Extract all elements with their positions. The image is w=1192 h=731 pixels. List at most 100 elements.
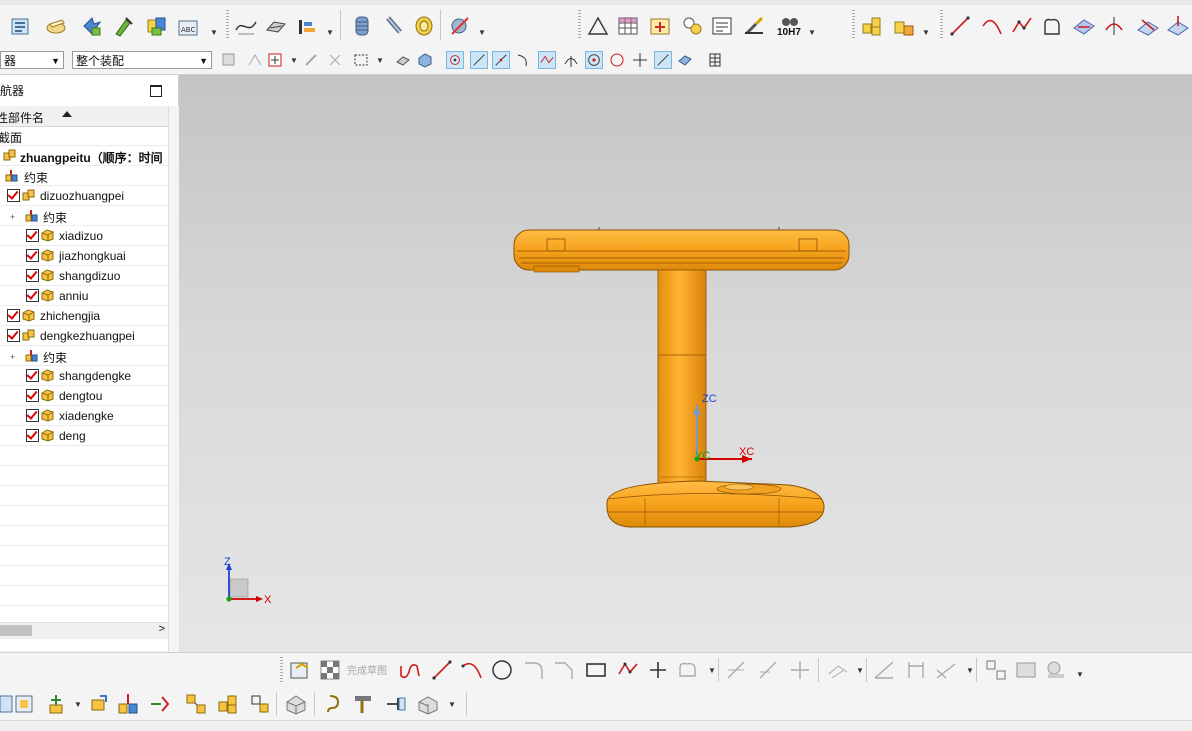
intersection-curve-icon[interactable] bbox=[1166, 14, 1190, 38]
lamp-base[interactable] bbox=[606, 480, 825, 528]
offset-dropdown-arrow[interactable]: ▼ bbox=[856, 666, 864, 675]
lineup-icon[interactable] bbox=[296, 14, 320, 38]
navigator-splitter[interactable] bbox=[168, 106, 179, 651]
brush-icon[interactable] bbox=[742, 14, 766, 38]
move-select-icon[interactable] bbox=[302, 51, 320, 69]
constraint-component-icon[interactable] bbox=[144, 14, 168, 38]
tree-row-xiadizuo[interactable]: xiadizuo bbox=[0, 226, 168, 246]
add-component-icon[interactable] bbox=[44, 692, 68, 716]
clearance-dropdown-arrow[interactable]: ▼ bbox=[448, 700, 456, 709]
visibility-checkbox[interactable] bbox=[26, 369, 39, 382]
visibility-checkbox[interactable] bbox=[26, 249, 39, 262]
snap-on-curve-icon[interactable] bbox=[654, 51, 672, 69]
snap-line-icon[interactable] bbox=[470, 51, 488, 69]
tree-row-anniu[interactable]: anniu bbox=[0, 286, 168, 306]
column-header[interactable]: 性部件名 bbox=[0, 106, 168, 127]
tree-row-deng[interactable]: deng bbox=[0, 426, 168, 446]
studio-spline-icon[interactable] bbox=[1010, 14, 1034, 38]
snap-midpoint-icon[interactable] bbox=[492, 51, 510, 69]
constraint-dropdown-arrow[interactable]: ▼ bbox=[966, 666, 974, 675]
visibility-checkbox[interactable] bbox=[26, 289, 39, 302]
relations-browser-icon[interactable] bbox=[1014, 658, 1038, 682]
tree-row-constraints[interactable]: + 约束 bbox=[0, 346, 168, 366]
polygon-icon[interactable] bbox=[616, 658, 640, 682]
move-component-icon[interactable] bbox=[86, 692, 110, 716]
gear-tool-icon[interactable] bbox=[448, 14, 472, 38]
ellipse-icon[interactable] bbox=[676, 658, 700, 682]
settings-dropdown-arrow[interactable]: ▼ bbox=[1076, 670, 1084, 679]
deselect-icon[interactable] bbox=[326, 51, 344, 69]
snap-surface-icon[interactable] bbox=[676, 51, 694, 69]
new-component-icon[interactable] bbox=[12, 692, 36, 716]
surface-offset-icon[interactable] bbox=[1072, 14, 1096, 38]
snap-tangent-icon[interactable] bbox=[562, 51, 580, 69]
mirror-assembly-icon[interactable] bbox=[892, 14, 916, 38]
toolbar-grip[interactable] bbox=[852, 10, 855, 40]
line-icon[interactable] bbox=[430, 658, 454, 682]
scroll-right-arrow[interactable]: > bbox=[159, 623, 165, 635]
profile-icon[interactable] bbox=[398, 658, 422, 682]
component-pattern-icon[interactable] bbox=[216, 692, 240, 716]
rectangle-select-icon[interactable] bbox=[352, 51, 370, 69]
part-filter-icon[interactable] bbox=[220, 51, 238, 69]
make-corner-icon[interactable] bbox=[788, 658, 812, 682]
table-icon[interactable] bbox=[616, 14, 640, 38]
rect-select-dropdown-arrow[interactable]: ▼ bbox=[376, 56, 384, 65]
add-dropdown-arrow[interactable]: ▼ bbox=[74, 700, 82, 709]
expand-icon[interactable]: + bbox=[10, 212, 15, 222]
chamfer-icon[interactable] bbox=[552, 658, 576, 682]
abc-text-icon[interactable]: ABC bbox=[176, 14, 200, 38]
point-grid-icon[interactable] bbox=[648, 14, 672, 38]
selection-scope-combo[interactable]: 整个装配 ▼ bbox=[72, 51, 212, 69]
visibility-checkbox[interactable] bbox=[26, 409, 39, 422]
component-array-icon[interactable] bbox=[860, 14, 884, 38]
curve-on-surface-icon[interactable] bbox=[234, 14, 258, 38]
tree-row-jiazhongkuai[interactable]: jiazhongkuai bbox=[0, 246, 168, 266]
snap-center-icon[interactable] bbox=[585, 51, 603, 69]
visibility-checkbox[interactable] bbox=[7, 329, 20, 342]
check-clearance-icon[interactable] bbox=[416, 692, 440, 716]
visibility-checkbox[interactable] bbox=[26, 269, 39, 282]
sketch-settings-icon[interactable] bbox=[1044, 658, 1068, 682]
bolt-tool-icon[interactable] bbox=[352, 692, 376, 716]
lamp-head[interactable] bbox=[513, 227, 850, 273]
finish-sketch-icon[interactable] bbox=[318, 658, 342, 682]
body-filter-icon[interactable] bbox=[416, 51, 434, 69]
add-component-icon[interactable] bbox=[80, 14, 104, 38]
tree-row-shangdizuo[interactable]: shangdizuo bbox=[0, 266, 168, 286]
offset-curve-icon[interactable] bbox=[826, 658, 850, 682]
mirror-assembly-icon[interactable] bbox=[248, 692, 272, 716]
selection-filter-combo[interactable]: 器 ▼ bbox=[0, 51, 64, 69]
rapid-dimension-icon[interactable] bbox=[904, 658, 928, 682]
profile-shape-icon[interactable] bbox=[1040, 14, 1064, 38]
line-icon[interactable] bbox=[948, 14, 972, 38]
tree-row-section[interactable]: 截面 bbox=[0, 126, 168, 146]
snap-grid-icon[interactable] bbox=[706, 51, 724, 69]
arc-icon[interactable] bbox=[980, 14, 1004, 38]
quick-trim-icon[interactable] bbox=[724, 658, 748, 682]
tree-row-zhichengjia[interactable]: zhichengjia bbox=[0, 306, 168, 326]
gear-dropdown-arrow[interactable]: ▼ bbox=[478, 28, 486, 37]
tree-row-constraints[interactable]: 约束 bbox=[0, 166, 168, 186]
bubble-icon[interactable] bbox=[680, 14, 704, 38]
model-view[interactable]: XC ZC YC Z X bbox=[179, 75, 1192, 652]
edit-sketch-icon[interactable] bbox=[44, 14, 68, 38]
snap-spline-icon[interactable] bbox=[538, 51, 556, 69]
sketch-icon[interactable] bbox=[288, 658, 312, 682]
trim-curve-icon[interactable] bbox=[1102, 14, 1126, 38]
toolbar-grip[interactable] bbox=[578, 10, 581, 40]
auto-constrain-icon[interactable] bbox=[934, 658, 958, 682]
snap-quadrant-icon[interactable] bbox=[608, 51, 626, 69]
spring-icon[interactable] bbox=[350, 14, 374, 38]
bolt-icon[interactable] bbox=[382, 14, 406, 38]
visibility-checkbox[interactable] bbox=[26, 229, 39, 242]
move-component-icon[interactable] bbox=[112, 14, 136, 38]
note-icon[interactable] bbox=[710, 14, 734, 38]
array-dropdown-arrow[interactable]: ▼ bbox=[922, 28, 930, 37]
rectangle-icon[interactable] bbox=[584, 658, 608, 682]
tolerance-label[interactable]: 10H7 bbox=[777, 27, 801, 38]
tree-row-constraints[interactable]: + 约束 bbox=[0, 206, 168, 226]
view-triad[interactable]: Z X bbox=[224, 556, 272, 606]
expand-icon[interactable]: + bbox=[10, 352, 15, 362]
maximize-icon[interactable] bbox=[150, 85, 162, 97]
